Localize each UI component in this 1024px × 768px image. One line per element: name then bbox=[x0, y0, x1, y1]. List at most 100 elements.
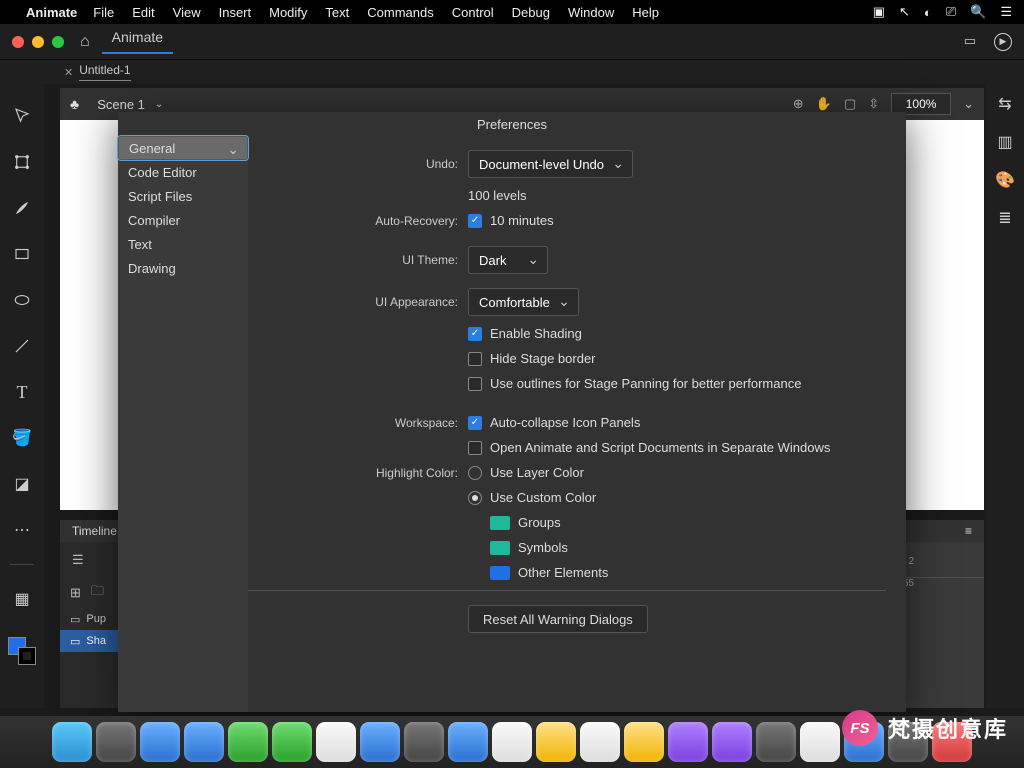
preferences-categories: General Code Editor Script Files Compile… bbox=[118, 136, 248, 712]
library-panel-icon[interactable]: ▥ bbox=[997, 132, 1012, 152]
clip-icon[interactable]: ▢ bbox=[844, 96, 856, 112]
use-custom-color-radio[interactable] bbox=[468, 491, 482, 505]
scene-dropdown-icon[interactable]: ⌄ bbox=[155, 99, 163, 110]
document-tab[interactable]: Untitled-1 bbox=[79, 63, 130, 81]
scene-name[interactable]: Scene 1 bbox=[97, 97, 145, 112]
menu-modify[interactable]: Modify bbox=[269, 5, 307, 20]
groups-color-swatch[interactable] bbox=[490, 516, 510, 530]
macos-menubar: Animate File Edit View Insert Modify Tex… bbox=[0, 0, 1024, 24]
home-icon[interactable]: ⌂ bbox=[80, 33, 90, 51]
menu-control[interactable]: Control bbox=[452, 5, 494, 20]
spotlight-icon[interactable]: 🔍 bbox=[970, 4, 986, 20]
symbols-color-swatch[interactable] bbox=[490, 541, 510, 555]
use-outlines-checkbox[interactable] bbox=[468, 377, 482, 391]
stroke-color-swatch[interactable] bbox=[18, 647, 36, 665]
use-layer-color-radio[interactable] bbox=[468, 466, 482, 480]
selection-tool-icon[interactable] bbox=[10, 104, 34, 128]
dock-maps-icon[interactable] bbox=[448, 722, 488, 762]
other-color-swatch[interactable] bbox=[490, 566, 510, 580]
creative-cloud-icon[interactable]: ◐ bbox=[924, 5, 932, 20]
reset-warnings-button[interactable]: Reset All Warning Dialogs bbox=[468, 605, 648, 633]
layer-label: Pup bbox=[86, 613, 106, 625]
uiappearance-select[interactable]: Comfortable bbox=[468, 288, 579, 316]
dock-mail-icon[interactable] bbox=[184, 722, 224, 762]
properties-panel-icon[interactable]: ⇆ bbox=[998, 94, 1011, 114]
hide-stage-border-checkbox[interactable] bbox=[468, 352, 482, 366]
separate-windows-checkbox[interactable] bbox=[468, 441, 482, 455]
dock-photos-icon[interactable] bbox=[404, 722, 444, 762]
menu-commands[interactable]: Commands bbox=[367, 5, 433, 20]
control-center-icon[interactable]: ☰ bbox=[1000, 4, 1012, 20]
free-transform-tool-icon[interactable] bbox=[10, 150, 34, 174]
dock-podcasts-icon[interactable] bbox=[712, 722, 752, 762]
menu-window[interactable]: Window bbox=[568, 5, 614, 20]
close-tab-icon[interactable]: ✕ bbox=[64, 66, 73, 79]
dock-reminders-icon[interactable] bbox=[360, 722, 400, 762]
dock-finder-icon[interactable] bbox=[52, 722, 92, 762]
dock-music-icon[interactable] bbox=[668, 722, 708, 762]
dock-contacts-icon[interactable] bbox=[316, 722, 356, 762]
oval-tool-icon[interactable] bbox=[10, 288, 34, 312]
text-tool-icon[interactable]: T bbox=[10, 380, 34, 404]
add-layer-icon[interactable]: ⊞ bbox=[70, 585, 81, 601]
pref-category-compiler[interactable]: Compiler bbox=[118, 208, 248, 232]
undo-select[interactable]: Document-level Undo bbox=[468, 150, 633, 178]
pref-category-code-editor[interactable]: Code Editor bbox=[118, 160, 248, 184]
watermark-badge: FS 梵摄创意库 bbox=[842, 710, 1008, 746]
workspace-tab[interactable]: Animate bbox=[102, 29, 173, 54]
pref-category-general[interactable]: General bbox=[118, 136, 248, 160]
cursor-icon[interactable]: ↖ bbox=[899, 4, 910, 20]
dock-news-icon[interactable] bbox=[800, 722, 840, 762]
scene-icon[interactable]: ♣ bbox=[70, 96, 79, 112]
folder-icon[interactable]: 🗀 bbox=[91, 582, 104, 604]
autocollapse-checkbox[interactable]: ✓ bbox=[468, 416, 482, 430]
workspace-switcher-icon[interactable]: ▭ bbox=[964, 33, 976, 51]
screen-share-icon[interactable]: ▣ bbox=[873, 4, 885, 20]
zoom-dropdown-icon[interactable]: ⌄ bbox=[963, 96, 974, 112]
menu-help[interactable]: Help bbox=[632, 5, 659, 20]
enable-shading-checkbox[interactable]: ✓ bbox=[468, 327, 482, 341]
zoom-stepper-icon[interactable]: ⇳ bbox=[868, 96, 879, 112]
layers-icon[interactable]: ☰ bbox=[72, 552, 84, 568]
pref-category-text[interactable]: Text bbox=[118, 232, 248, 256]
more-tools-icon[interactable]: ⋯ bbox=[10, 518, 34, 542]
dock-tv-icon[interactable] bbox=[756, 722, 796, 762]
timeline-menu-icon[interactable]: ≡ bbox=[965, 524, 972, 538]
window-minimize-button[interactable] bbox=[32, 36, 44, 48]
autorecovery-checkbox[interactable]: ✓ bbox=[468, 214, 482, 228]
other-color-label: Other Elements bbox=[518, 565, 608, 580]
rotate-icon[interactable]: ✋ bbox=[816, 96, 832, 112]
dock-calendar-icon[interactable] bbox=[492, 722, 532, 762]
dock-notes-icon[interactable] bbox=[536, 722, 576, 762]
window-close-button[interactable] bbox=[12, 36, 24, 48]
dock-safari-icon[interactable] bbox=[140, 722, 180, 762]
menu-edit[interactable]: Edit bbox=[132, 5, 154, 20]
menu-text[interactable]: Text bbox=[325, 5, 349, 20]
dock-launchpad-icon[interactable] bbox=[96, 722, 136, 762]
menu-debug[interactable]: Debug bbox=[512, 5, 550, 20]
menu-view[interactable]: View bbox=[173, 5, 201, 20]
eraser-tool-icon[interactable]: ◪ bbox=[10, 472, 34, 496]
center-stage-icon[interactable]: ⊕ bbox=[793, 96, 804, 112]
color-panel-icon[interactable]: 🎨 bbox=[995, 170, 1015, 190]
color-swatches[interactable] bbox=[8, 637, 36, 665]
rectangle-tool-icon[interactable] bbox=[10, 242, 34, 266]
menu-insert[interactable]: Insert bbox=[219, 5, 252, 20]
dock-stickies-icon[interactable] bbox=[624, 722, 664, 762]
dock-facetime-icon[interactable] bbox=[272, 722, 312, 762]
brush-tool-icon[interactable] bbox=[10, 196, 34, 220]
align-panel-icon[interactable]: ≣ bbox=[998, 208, 1011, 228]
camera-tool-icon[interactable]: ▦ bbox=[10, 587, 34, 611]
paint-bucket-tool-icon[interactable]: 🪣 bbox=[10, 426, 34, 450]
menu-file[interactable]: File bbox=[93, 5, 114, 20]
pref-category-script-files[interactable]: Script Files bbox=[118, 184, 248, 208]
dock-messages-icon[interactable] bbox=[228, 722, 268, 762]
airplay-icon[interactable]: ⎚ bbox=[946, 4, 956, 20]
play-icon[interactable]: ▶ bbox=[994, 33, 1012, 51]
line-tool-icon[interactable] bbox=[10, 334, 34, 358]
app-name[interactable]: Animate bbox=[26, 5, 77, 20]
window-zoom-button[interactable] bbox=[52, 36, 64, 48]
pref-category-drawing[interactable]: Drawing bbox=[118, 256, 248, 280]
dock-pages-icon[interactable] bbox=[580, 722, 620, 762]
uitheme-select[interactable]: Dark bbox=[468, 246, 548, 274]
